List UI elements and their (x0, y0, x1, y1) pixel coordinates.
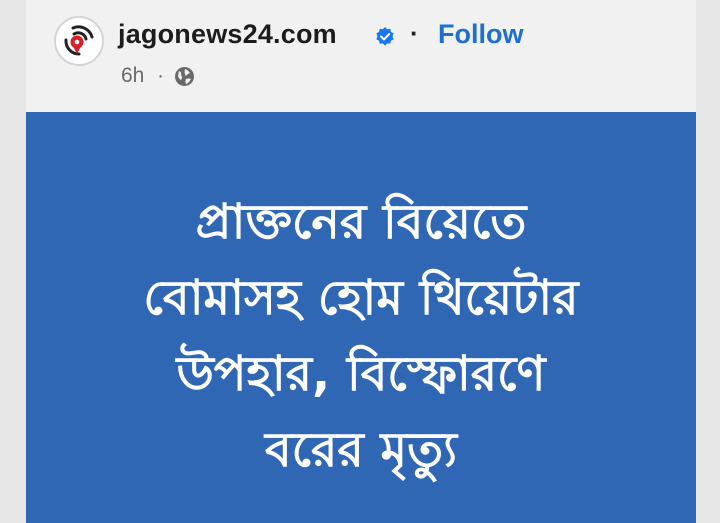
page-name-link[interactable]: jagonews24.com (118, 19, 337, 50)
headline-line: বোমাসহ হোম থিয়েটার (143, 270, 579, 326)
globe-icon (175, 67, 194, 86)
page-avatar[interactable] (54, 16, 104, 66)
headline-line: উপহার, বিস্ফোরণে (176, 346, 546, 402)
post-card: jagonews24.com · Follow 6h · প্রাক্তনের … (26, 0, 696, 523)
verified-badge-icon (376, 27, 394, 46)
post-image[interactable]: প্রাক্তনের বিয়েতে বোমাসহ হোম থিয়েটার উ… (26, 112, 696, 523)
meta-separator: · (157, 64, 164, 87)
headline-line: প্রাক্তনের বিয়েতে (195, 194, 527, 250)
headline-text: প্রাক্তনের বিয়েতে বোমাসহ হোম থিয়েটার উ… (26, 184, 696, 488)
header-separator: · (410, 18, 419, 48)
headline-line: বরের মৃত্যু (264, 422, 458, 478)
post-header: jagonews24.com · Follow 6h · (26, 0, 696, 112)
post-timestamp[interactable]: 6h (121, 64, 144, 88)
jagonews-logo-icon (64, 25, 94, 56)
follow-button[interactable]: Follow (438, 19, 523, 50)
